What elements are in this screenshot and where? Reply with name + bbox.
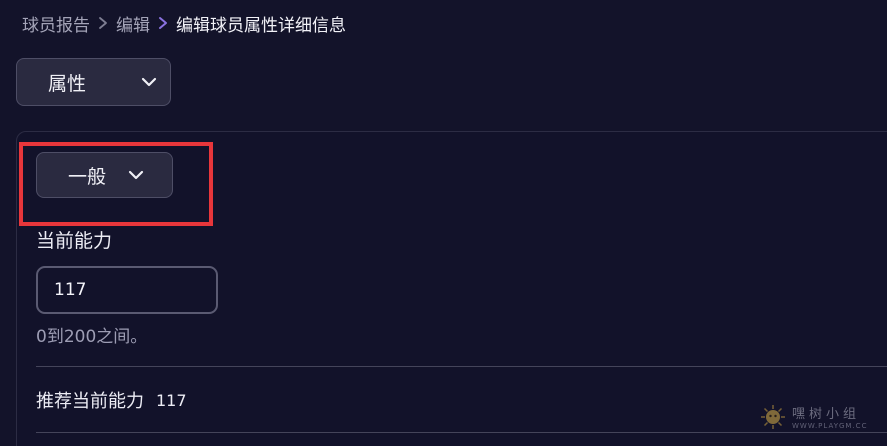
chevron-right-icon bbox=[93, 13, 113, 33]
recommended-ability-value: 117 bbox=[156, 390, 187, 410]
recommended-ability-label: 推荐当前能力 bbox=[36, 391, 144, 412]
watermark-text: 嘿树小组 bbox=[792, 407, 861, 422]
chevron-down-icon bbox=[128, 170, 144, 180]
current-ability-helper: 0到200之间。 bbox=[36, 327, 148, 347]
divider bbox=[36, 366, 887, 367]
recommended-ability-row: 推荐当前能力 117 bbox=[36, 387, 187, 413]
current-ability-input[interactable] bbox=[36, 266, 218, 314]
chevron-right-icon bbox=[153, 13, 173, 33]
breadcrumb-item-player-report[interactable]: 球员报告 bbox=[22, 11, 90, 36]
current-ability-label: 当前能力 bbox=[36, 230, 113, 252]
subcategory-dropdown-label: 一般 bbox=[68, 165, 107, 188]
breadcrumb: 球员报告 编辑 编辑球员属性详细信息 bbox=[22, 11, 346, 36]
breadcrumb-item-edit[interactable]: 编辑 bbox=[116, 11, 150, 36]
breadcrumb-item-current: 编辑球员属性详细信息 bbox=[176, 15, 346, 36]
watermark-logo-icon bbox=[760, 404, 786, 434]
watermark: 嘿树小组 WWW.PLAYGM.CC bbox=[760, 404, 867, 434]
category-dropdown-label: 属性 bbox=[48, 72, 87, 95]
watermark-url: WWW.PLAYGM.CC bbox=[792, 422, 868, 430]
chevron-down-icon bbox=[141, 77, 157, 87]
page: 球员报告 编辑 编辑球员属性详细信息 属性 一般 当前能力 0到200之间。 推… bbox=[0, 0, 887, 446]
category-dropdown[interactable]: 属性 bbox=[16, 58, 171, 106]
subcategory-dropdown[interactable]: 一般 bbox=[36, 152, 173, 198]
